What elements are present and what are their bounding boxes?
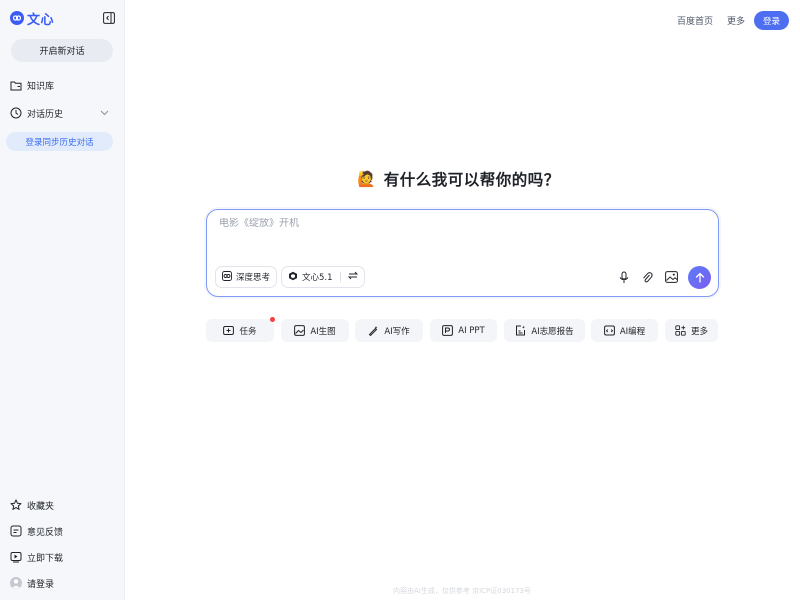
image-gen-icon [294,325,306,336]
login-button[interactable]: 登录 [754,11,789,30]
sidebar-item-label: 立即下载 [27,553,64,564]
logo-text: 文心 [27,12,55,28]
quick-action-label: 更多 [690,326,708,337]
model-cube-icon [288,271,298,284]
sidebar-item-label: 知识库 [27,81,55,92]
raising-hand-emoji-icon: 🙋 [357,169,376,188]
new-chat-button[interactable]: 开启新对话 [11,39,113,62]
quick-action-label: AI志愿报告 [531,326,574,337]
greeting: 🙋 有什么我可以帮你的吗？ [357,168,560,190]
sidebar-item-knowledge-base[interactable]: 知识库 [10,76,54,94]
grid-icon [675,325,686,336]
model-selector[interactable]: 文心5.1 [281,266,365,288]
folder-icon [10,79,22,91]
quick-action-ai-ppt[interactable]: AI PPT [430,319,497,342]
wenxin-logo[interactable]: 文心 [10,9,54,28]
ppt-icon [442,325,454,336]
star-icon [10,499,22,511]
pen-icon [368,325,379,336]
quick-action-ai-report[interactable]: AI志愿报告 [504,319,585,342]
quick-action-more[interactable]: 更多 [665,319,718,342]
quick-action-ai-coding[interactable]: AI编程 [591,319,658,342]
sidebar-item-feedback[interactable]: 意见反馈 [10,522,63,540]
report-icon [515,325,526,336]
sidebar-item-label: 意见反馈 [27,527,64,538]
sidebar-item-label: 对话历史 [27,109,64,120]
attachment-icon[interactable] [640,270,654,284]
image-upload-icon[interactable] [664,270,678,284]
footer-disclaimer: 内容由AI生成，仅供参考 京ICP证030173号 [393,587,531,595]
sidebar-item-label: 收藏夹 [27,501,55,512]
chat-input-box: 深度思考 文心5.1 [206,209,719,297]
model-label: 文心5.1 [302,273,333,283]
download-icon [10,551,22,563]
deep-think-icon [222,270,232,284]
arrow-up-icon [695,268,705,287]
chip-divider [339,272,341,282]
more-link[interactable]: 更多 [727,14,745,27]
send-button[interactable] [688,266,711,289]
logo-row: 文心 [10,8,116,28]
feedback-icon [10,525,22,537]
greeting-text: 有什么我可以帮你的吗？ [383,171,560,189]
quick-action-label: AI写作 [384,326,410,337]
login-sync-history-button[interactable]: 登录同步历史对话 [6,132,113,151]
switch-model-icon[interactable] [347,271,358,283]
baidu-home-link[interactable]: 百度首页 [677,14,713,27]
collapse-sidebar-icon[interactable] [102,11,116,25]
notification-dot [270,317,275,322]
quick-action-task[interactable]: 任务 [206,317,275,342]
sidebar-item-history[interactable]: 对话历史 [10,104,63,122]
chat-input[interactable] [219,218,699,229]
clock-icon [10,107,22,119]
deep-think-label: 深度思考 [236,273,271,283]
wenxin-logo-icon [10,11,24,25]
chevron-down-icon[interactable] [99,108,109,118]
quick-action-label: 任务 [239,326,257,337]
microphone-icon[interactable] [617,270,631,284]
sidebar: 文心 开启新对话 知识库 对话历史 登录同步历史对话 收藏夹 意见反馈 立即下载… [0,0,125,600]
sidebar-item-favorites[interactable]: 收藏夹 [10,496,54,514]
task-icon [223,325,235,336]
code-icon [603,325,615,336]
quick-action-ai-image[interactable]: AI生图 [281,319,349,342]
quick-action-ai-writing[interactable]: AI写作 [355,319,423,342]
quick-action-label: AI生图 [310,326,336,337]
quick-action-label: AI PPT [458,325,485,336]
sidebar-item-download[interactable]: 立即下载 [10,548,63,566]
deep-think-toggle[interactable]: 深度思考 [215,266,278,288]
quick-action-label: AI编程 [619,326,646,337]
